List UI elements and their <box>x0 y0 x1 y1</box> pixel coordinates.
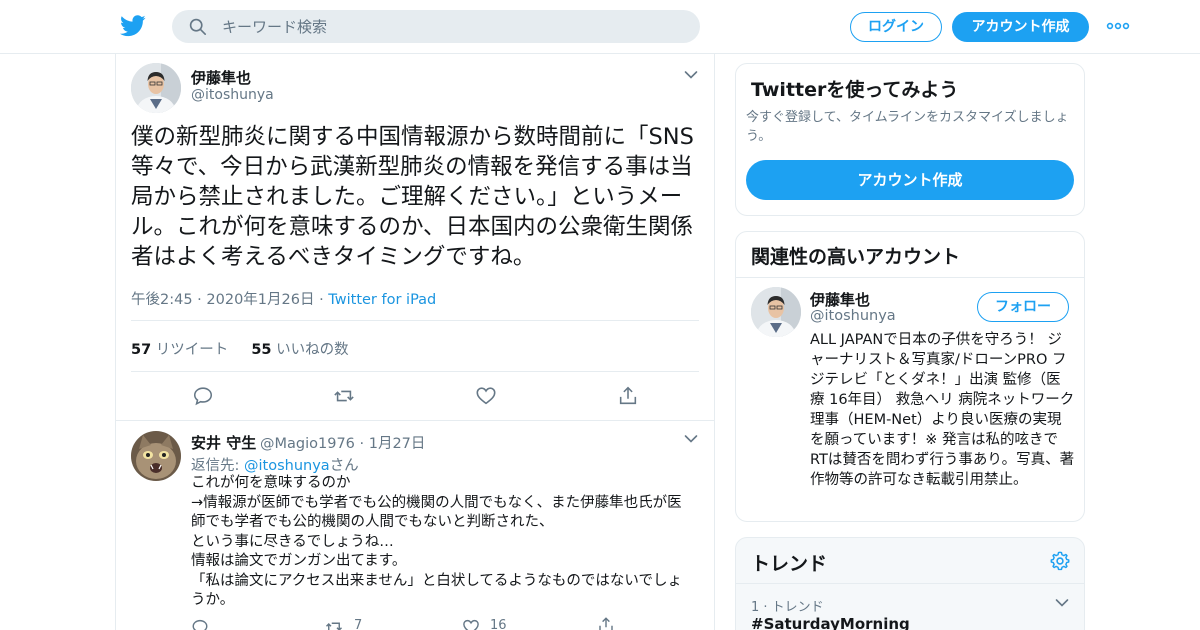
gear-icon[interactable] <box>1049 550 1071 572</box>
signup-card-subtitle: 今すぐ登録して、タイムラインをカスタマイズしましょう。 <box>746 110 1069 144</box>
trend-item[interactable]: #SaturdayMorning <box>751 615 910 630</box>
chevron-down-icon[interactable] <box>1055 598 1069 608</box>
reply-icon[interactable] <box>192 385 214 407</box>
tweet-column: 伊藤隼也 @itoshunya 僕の新型肺炎に関する中国情報源から数時間前に「S… <box>115 54 715 630</box>
related-account-bio: ALL JAPANで日本の子供を守ろう！ ジャーナリスト＆写真家/ドローンPRO… <box>810 332 1075 488</box>
author-handle[interactable]: @itoshunya <box>191 87 274 103</box>
follow-button[interactable]: フォロー <box>977 292 1069 322</box>
tweet-text: 僕の新型肺炎に関する中国情報源から数時間前に「SNS等々で、今日から武漢新型肺炎… <box>131 124 694 270</box>
heart-icon[interactable] <box>462 618 480 630</box>
signup-card-title: Twitterを使ってみよう <box>751 79 959 101</box>
retweet-icon[interactable] <box>333 385 355 407</box>
search-box[interactable] <box>172 10 700 43</box>
related-account-avatar[interactable] <box>751 287 801 337</box>
retweet-label[interactable]: リツイート <box>156 342 229 358</box>
replying-to: 返信先: @itoshunyaさん <box>191 454 359 475</box>
replying-to-link[interactable]: @itoshunya <box>244 458 330 474</box>
like-label[interactable]: いいねの数 <box>276 342 349 358</box>
author-name[interactable]: 伊藤隼也 <box>191 67 251 88</box>
reply-author-handle-and-date[interactable]: @Magio1976 · 1月27日 <box>260 432 425 453</box>
author-photo <box>131 63 181 113</box>
divider <box>736 277 1084 278</box>
trend-meta: 1 · トレンド <box>751 600 824 615</box>
reply-icon[interactable] <box>191 618 209 630</box>
trends-card: トレンド 1 · トレンド #SaturdayMorning <box>735 537 1085 630</box>
tweet-timestamp[interactable]: 午後2:45 · 2020年1月26日 · <box>131 292 328 308</box>
reply-text-line: 「私は論文にアクセス出来ません」と白状してるようなものではないでしょうか。 <box>191 572 682 609</box>
retweet-icon[interactable] <box>324 618 344 630</box>
divider <box>131 371 699 372</box>
reply-author-avatar[interactable] <box>131 431 181 481</box>
chevron-down-icon[interactable] <box>684 434 698 444</box>
reply-text: これが何を意味するのか →情報源が医師でも学者でも公的機関の人間でもなく、また伊… <box>191 474 691 611</box>
replying-to-prefix: 返信先: <box>191 458 244 474</box>
top-navigation-bar: ログイン アカウント作成 <box>0 0 1200 54</box>
search-icon <box>189 18 207 36</box>
reply-text-line: これが何を意味するのか <box>191 475 351 491</box>
search-input[interactable] <box>222 10 682 43</box>
reply-text-line: という事に尽きるでしょうね… <box>191 533 394 550</box>
related-accounts-title: 関連性の高いアカウント <box>751 246 961 268</box>
reply-retweet-count[interactable]: 7 <box>354 618 362 630</box>
retweet-count[interactable]: 57 <box>131 342 151 358</box>
more-dots-icon[interactable] <box>1106 18 1130 34</box>
reply-text-line: 情報は論文でガンガン出てます。 <box>191 553 407 569</box>
chevron-down-icon[interactable] <box>684 70 698 80</box>
reply-text-line: →情報源が医師でも学者でも公的機関の人間でもなく、また伊藤隼也氏が医師でも学者で… <box>191 494 682 531</box>
tweet-source-link[interactable]: Twitter for iPad <box>328 292 436 308</box>
tweet-stats: 57 リツイート 55 いいねの数 <box>131 338 349 359</box>
reply-author-name[interactable]: 安井 守生 <box>191 432 256 453</box>
related-account-photo <box>751 287 801 337</box>
reply-like-count[interactable]: 16 <box>490 618 507 630</box>
related-accounts-card: 関連性の高いアカウント 伊藤隼也 @itoshunya フォロー ALL JAP… <box>735 231 1085 522</box>
signup-card-button[interactable]: アカウント作成 <box>746 160 1074 200</box>
login-button[interactable]: ログイン <box>850 12 942 42</box>
twitter-bird-icon[interactable] <box>120 14 146 38</box>
heart-icon[interactable] <box>475 385 497 407</box>
signup-button[interactable]: アカウント作成 <box>952 12 1089 42</box>
cat-photo <box>131 431 181 481</box>
tweet-meta: 午後2:45 · 2020年1月26日 · Twitter for iPad <box>131 288 436 309</box>
signup-card: Twitterを使ってみよう 今すぐ登録して、タイムラインをカスタマイズしましょ… <box>735 63 1085 216</box>
replying-to-suffix: さん <box>329 458 359 474</box>
share-icon[interactable] <box>597 616 615 630</box>
trends-title: トレンド <box>751 553 828 575</box>
divider <box>736 583 1084 584</box>
divider <box>131 320 699 321</box>
author-avatar[interactable] <box>131 63 181 113</box>
divider <box>116 420 714 421</box>
related-account-name[interactable]: 伊藤隼也 <box>810 289 870 310</box>
related-account-handle[interactable]: @itoshunya <box>810 308 896 324</box>
like-count[interactable]: 55 <box>251 342 271 358</box>
share-icon[interactable] <box>617 385 639 407</box>
